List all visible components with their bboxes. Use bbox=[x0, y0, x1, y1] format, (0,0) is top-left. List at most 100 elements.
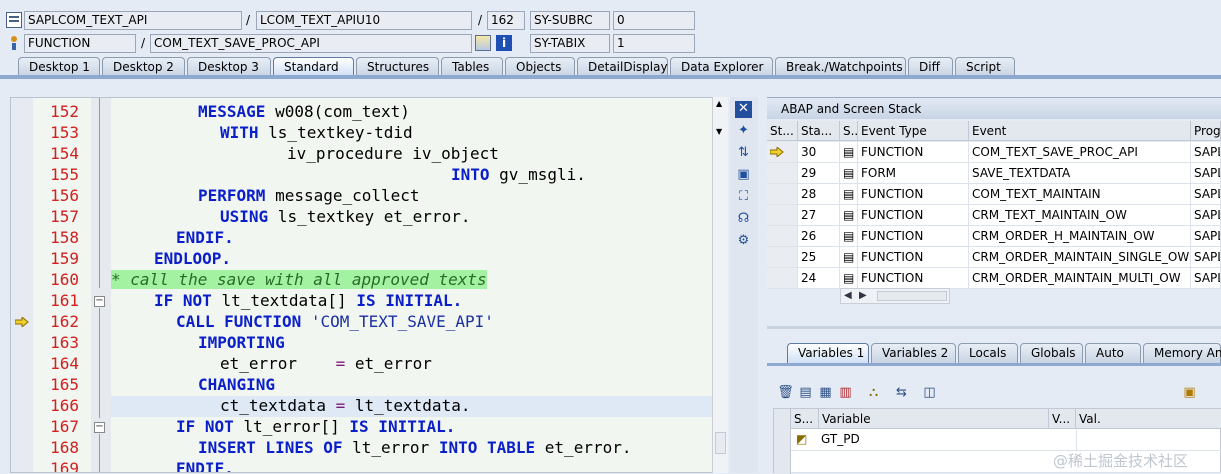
tab-tables[interactable]: Tables bbox=[441, 57, 503, 76]
separator: / bbox=[478, 13, 483, 27]
tab-variables-1[interactable]: Variables 1 bbox=[787, 343, 869, 363]
sysvar1-name-field[interactable]: SY-SUBRC bbox=[530, 11, 610, 30]
code-token: IF bbox=[176, 417, 196, 436]
fold-toggle[interactable]: − bbox=[94, 422, 105, 433]
stack-program: SAPLC bbox=[1191, 247, 1221, 268]
code-line: ct_textdata = lt_textdata. bbox=[220, 396, 470, 415]
include-field[interactable]: LCOM_TEXT_APIU10 bbox=[256, 11, 472, 30]
hscroll-thumb[interactable] bbox=[877, 291, 947, 301]
stack-status-cell bbox=[767, 142, 798, 163]
tab-desktop-1[interactable]: Desktop 1 bbox=[18, 57, 100, 76]
scroll-down-icon[interactable]: ▼ bbox=[716, 127, 722, 136]
comment-line: * call the save with all approved texts bbox=[111, 270, 487, 289]
tab-desktop-3[interactable]: Desktop 3 bbox=[187, 57, 271, 76]
tab-diff[interactable]: Diff bbox=[908, 57, 953, 76]
function-name-field[interactable]: COM_TEXT_SAVE_PROC_API bbox=[150, 34, 472, 53]
tab-memory-analysis[interactable]: Memory Ana bbox=[1143, 343, 1221, 363]
stack-row[interactable]: 27 ▤ FUNCTION CRM_TEXT_MAINTAIN_OW SAPLC bbox=[767, 205, 1221, 226]
code-token: w008(com_text) bbox=[265, 102, 410, 121]
tab-auto[interactable]: Auto bbox=[1085, 343, 1141, 363]
scroll-left-icon[interactable]: ◀ bbox=[844, 289, 852, 303]
stack-panel-title: ABAP and Screen Stack bbox=[767, 97, 1221, 119]
tab-script[interactable]: Script bbox=[955, 57, 1015, 76]
sysvar1-value-field[interactable]: 0 bbox=[613, 11, 695, 30]
open-object-icon[interactable]: ◫ bbox=[921, 385, 938, 402]
delete-icon[interactable]: 🗑 bbox=[777, 385, 794, 402]
stack-event: COM_TEXT_SAVE_PROC_API bbox=[969, 142, 1191, 163]
code-token: et_error. bbox=[535, 438, 632, 457]
editor-scrollbar[interactable]: ▲ ▼ bbox=[712, 97, 728, 473]
display-object-icon[interactable] bbox=[475, 35, 491, 51]
stack-status-cell bbox=[767, 184, 798, 205]
stack-col-header[interactable]: Event Type bbox=[858, 121, 969, 141]
stack-row[interactable]: 25 ▤ FUNCTION CRM_ORDER_MAINTAIN_SINGLE_… bbox=[767, 247, 1221, 268]
save-icon[interactable]: ▣ bbox=[1181, 385, 1198, 402]
stack-row[interactable]: 28 ▤ FUNCTION COM_TEXT_MAINTAIN SAPLC bbox=[767, 184, 1221, 205]
transfer-icon[interactable]: ⇆ bbox=[893, 385, 910, 402]
var-col-header[interactable]: S... bbox=[791, 409, 819, 429]
var-col-header[interactable]: Val. bbox=[1076, 409, 1221, 429]
var-col-header[interactable]: Variable bbox=[819, 409, 1049, 429]
tab-objects[interactable]: Objects bbox=[505, 57, 575, 76]
swap-tool-icon[interactable]: ⇅ bbox=[735, 145, 752, 162]
code-token: ls_textkey-tdid bbox=[258, 123, 413, 142]
stack-row[interactable]: 30 ▤ FUNCTION COM_TEXT_SAVE_PROC_API SAP… bbox=[767, 142, 1221, 163]
hierarchy-icon[interactable]: ⛬ bbox=[865, 385, 882, 402]
new-tool-icon[interactable]: ✦ bbox=[735, 123, 752, 140]
info-icon[interactable]: i bbox=[496, 35, 512, 51]
sysvar2-value-field[interactable]: 1 bbox=[613, 34, 695, 53]
tab-desktop-2[interactable]: Desktop 2 bbox=[102, 57, 185, 76]
line-number: 166 bbox=[50, 396, 79, 415]
tab-break-watchpoints[interactable]: Break./Watchpoints bbox=[775, 57, 906, 76]
variable-value-cell[interactable] bbox=[1076, 430, 1221, 451]
scroll-up-icon[interactable]: ▲ bbox=[716, 99, 722, 108]
fullscreen-icon[interactable]: ⛶ bbox=[735, 189, 752, 206]
program-field[interactable]: SAPLCOM_TEXT_API bbox=[24, 11, 242, 30]
stack-col-header[interactable]: S... bbox=[840, 121, 858, 141]
close-icon[interactable]: ✕ bbox=[735, 101, 752, 118]
stack-program: SAPLC bbox=[1191, 142, 1221, 163]
line-number: 156 bbox=[50, 186, 79, 205]
stack-event: CRM_ORDER_MAINTAIN_MULTI_OW bbox=[969, 268, 1191, 289]
panel-divider[interactable] bbox=[767, 326, 1221, 329]
variable-name: GT_PD bbox=[821, 432, 860, 446]
scroll-thumb[interactable] bbox=[715, 432, 726, 454]
stack-col-header[interactable]: Sta... bbox=[798, 121, 840, 141]
fold-toggle[interactable]: − bbox=[94, 296, 105, 307]
code-token: IS INITIAL. bbox=[356, 291, 463, 310]
append-row-icon[interactable]: ▦ bbox=[817, 385, 834, 402]
tab-standard[interactable]: Standard bbox=[273, 57, 354, 76]
tab-globals[interactable]: Globals bbox=[1020, 343, 1083, 363]
services-icon[interactable]: ☊ bbox=[735, 211, 752, 228]
source-editor[interactable]: 152 153 154 155 156 157 158 159 160 161 … bbox=[10, 97, 728, 473]
stack-col-header[interactable]: St... bbox=[767, 121, 798, 141]
tab-detail-display[interactable]: DetailDisplay bbox=[577, 57, 668, 76]
line-field[interactable]: 162 bbox=[487, 11, 525, 30]
maximize-icon[interactable]: ▣ bbox=[735, 167, 752, 184]
stack-row[interactable]: 24 ▤ FUNCTION CRM_ORDER_MAINTAIN_MULTI_O… bbox=[767, 268, 1221, 289]
stack-program: SAPLC bbox=[1191, 226, 1221, 247]
stack-row[interactable]: 26 ▤ FUNCTION CRM_ORDER_H_MAINTAIN_OW SA… bbox=[767, 226, 1221, 247]
breakpoint-gutter[interactable] bbox=[11, 98, 33, 472]
variable-row[interactable]: ◩ GT_PD bbox=[791, 430, 1221, 451]
scroll-right-icon[interactable]: ▶ bbox=[859, 289, 867, 303]
settings-icon[interactable]: ⚙ bbox=[735, 233, 752, 250]
stack-row[interactable]: 29 ▤ FORM SAVE_TEXTDATA SAPLC bbox=[767, 163, 1221, 184]
var-col-header[interactable]: V... bbox=[1049, 409, 1076, 429]
tab-locals[interactable]: Locals bbox=[958, 343, 1018, 363]
code-line: INSERT LINES OF lt_error INTO TABLE et_e… bbox=[198, 438, 631, 457]
stack-col-header[interactable]: Program bbox=[1191, 121, 1221, 141]
stack-col-header[interactable]: Event bbox=[969, 121, 1191, 141]
code-token: et_error bbox=[220, 354, 336, 373]
stack-hscroll[interactable]: ◀ ▶ bbox=[840, 288, 950, 304]
tab-data-explorer[interactable]: Data Explorer bbox=[670, 57, 773, 76]
separator: / bbox=[141, 36, 146, 50]
type-field[interactable]: FUNCTION bbox=[24, 34, 136, 53]
tab-variables-2[interactable]: Variables 2 bbox=[871, 343, 956, 363]
sysvar2-name-field[interactable]: SY-TABIX bbox=[530, 34, 610, 53]
insert-row-icon[interactable]: ▤ bbox=[797, 385, 814, 402]
row-selector-column[interactable] bbox=[774, 409, 791, 474]
tab-structures[interactable]: Structures bbox=[356, 57, 439, 76]
export-icon[interactable]: ▥ bbox=[837, 385, 854, 402]
fold-line bbox=[99, 308, 100, 418]
